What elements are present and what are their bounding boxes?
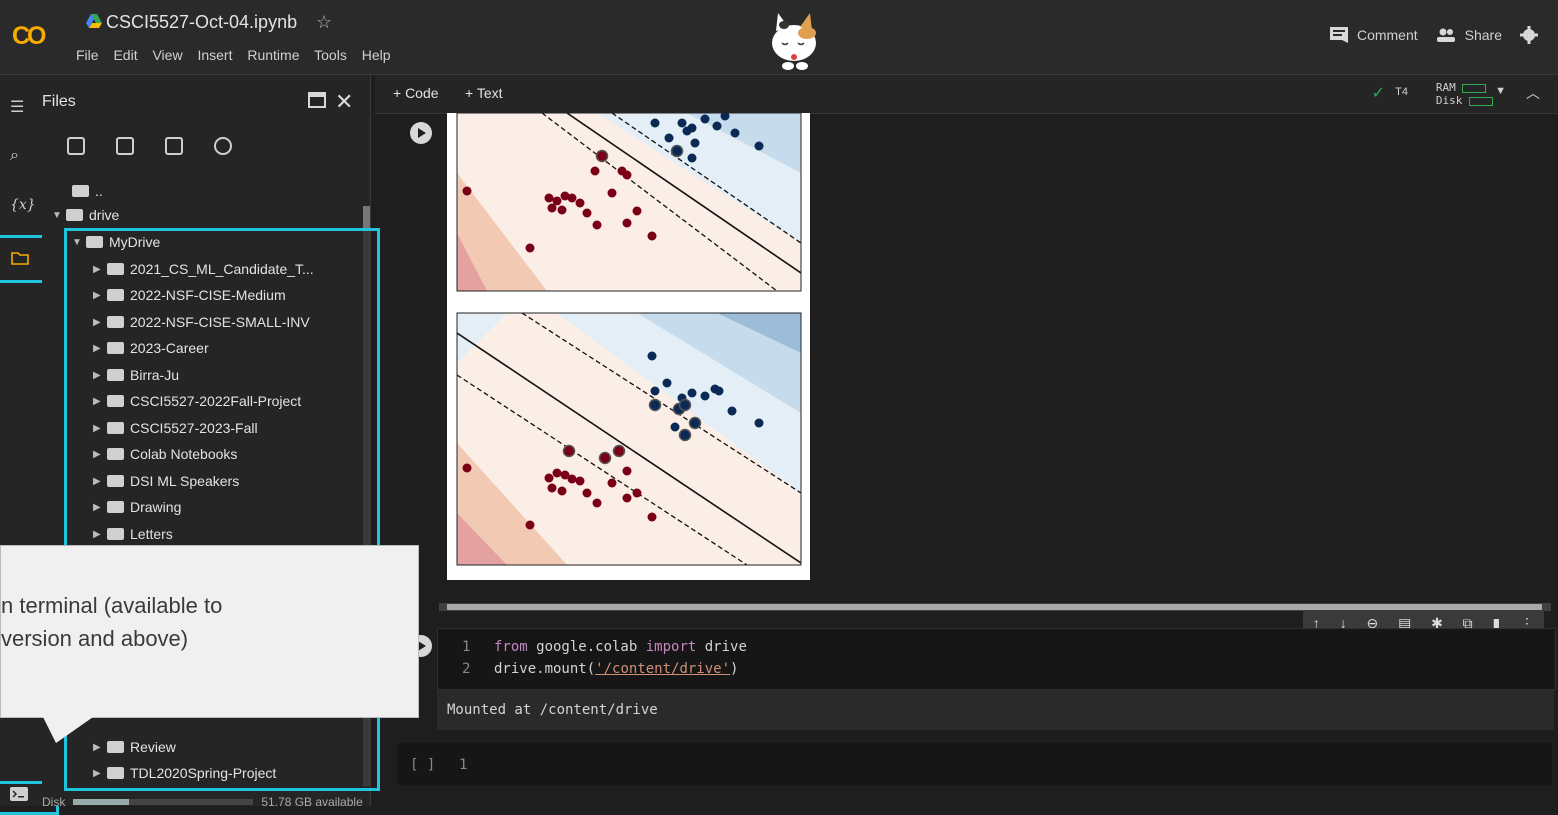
add-code-button[interactable]: + Code <box>393 85 439 101</box>
disk-meter <box>1469 96 1493 106</box>
files-toolbar <box>67 137 232 155</box>
table-of-contents-icon[interactable]: ☰ <box>10 97 24 117</box>
menu-tools[interactable]: Tools <box>314 47 347 63</box>
run-cell-brackets[interactable]: [ ] <box>410 757 435 773</box>
disk-usage-fill <box>73 799 130 805</box>
run-cell-button[interactable] <box>410 122 432 144</box>
comment-button[interactable]: Comment <box>1329 27 1418 43</box>
refresh-icon[interactable] <box>116 137 134 155</box>
svm-decision-boundary-plots <box>456 112 802 566</box>
code-line: from google.colab import drive <box>494 639 747 655</box>
add-text-button[interactable]: + Text <box>465 85 503 101</box>
expand-arrow-icon: ▼ <box>52 209 62 221</box>
share-button[interactable]: Share <box>1436 27 1502 43</box>
files-scrollbar-thumb[interactable] <box>363 206 370 230</box>
variables-icon[interactable]: {x} <box>10 197 36 213</box>
tooltip-line-2: version and above) <box>1 626 189 651</box>
google-drive-icon <box>86 14 102 28</box>
runtime-dropdown-icon[interactable]: ▼ <box>1495 85 1506 97</box>
menu-view[interactable]: View <box>152 47 182 63</box>
files-panel-title: Files <box>42 93 76 110</box>
settings-gear-icon[interactable] <box>1520 26 1538 44</box>
resource-monitor[interactable]: RAM Disk <box>1436 81 1493 107</box>
search-icon[interactable]: ⌕ <box>10 147 19 165</box>
connected-check-icon: ✓ <box>1371 85 1385 102</box>
ram-meter <box>1462 83 1487 93</box>
cat-mascot-image <box>772 13 816 70</box>
line-number: 1 <box>462 639 471 655</box>
mount-drive-icon[interactable] <box>165 137 183 155</box>
folder-icon <box>66 209 83 221</box>
menu-runtime[interactable]: Runtime <box>247 47 299 63</box>
people-icon <box>1436 28 1455 42</box>
menu-file[interactable]: File <box>76 47 99 63</box>
runtime-type-label: T4 <box>1395 86 1408 98</box>
tooltip-line-1: n terminal (available to <box>1 593 223 618</box>
line-number: 2 <box>462 661 471 677</box>
cell-output: Mounted at /content/drive <box>437 690 1554 730</box>
menu-bar: File Edit View Insert Runtime Tools Help <box>76 47 402 63</box>
code-line: drive.mount('/content/drive') <box>494 661 739 677</box>
new-window-icon[interactable] <box>308 92 326 108</box>
folder-up-icon <box>72 185 89 197</box>
star-icon[interactable]: ☆ <box>316 12 332 33</box>
files-icon-highlight <box>0 235 45 283</box>
empty-code-cell[interactable]: [ ] 1 <box>397 743 1552 785</box>
code-cell-editor[interactable]: 1 from google.colab import drive 2 drive… <box>437 628 1556 690</box>
notebook-title[interactable]: CSCI5527-Oct-04.ipynb <box>106 12 297 33</box>
tooltip-pointer <box>42 715 96 743</box>
output-text: Mounted at /content/drive <box>447 702 658 718</box>
menu-edit[interactable]: Edit <box>113 47 137 63</box>
terminal-callout-tooltip: n terminal (available to version and abo… <box>0 545 419 718</box>
close-icon[interactable]: ✕ <box>335 89 353 115</box>
hide-files-icon[interactable] <box>214 137 232 155</box>
line-number: 1 <box>459 757 468 773</box>
upload-file-icon[interactable] <box>67 137 85 155</box>
svm-plot-output <box>447 112 810 580</box>
menu-insert[interactable]: Insert <box>197 47 232 63</box>
disk-usage: Disk 51.78 GB available <box>42 795 363 809</box>
colab-logo[interactable]: CO <box>12 22 52 52</box>
menu-help[interactable]: Help <box>362 47 391 63</box>
comment-icon <box>1329 27 1348 43</box>
collapse-chevron-up-icon[interactable]: ︿ <box>1526 83 1540 103</box>
tree-folder-drive[interactable]: ▼ drive <box>52 202 119 228</box>
notebook-toolbar: + Code + Text ✓ T4 RAM Disk ▼ ︿ <box>375 75 1558 114</box>
parent-dir-row[interactable]: .. <box>72 178 103 204</box>
top-right-actions: Comment Share <box>1329 26 1538 44</box>
disk-usage-bar <box>73 799 254 805</box>
top-bar: CO CSCI5527-Oct-04.ipynb ☆ File Edit Vie… <box>0 0 1558 75</box>
